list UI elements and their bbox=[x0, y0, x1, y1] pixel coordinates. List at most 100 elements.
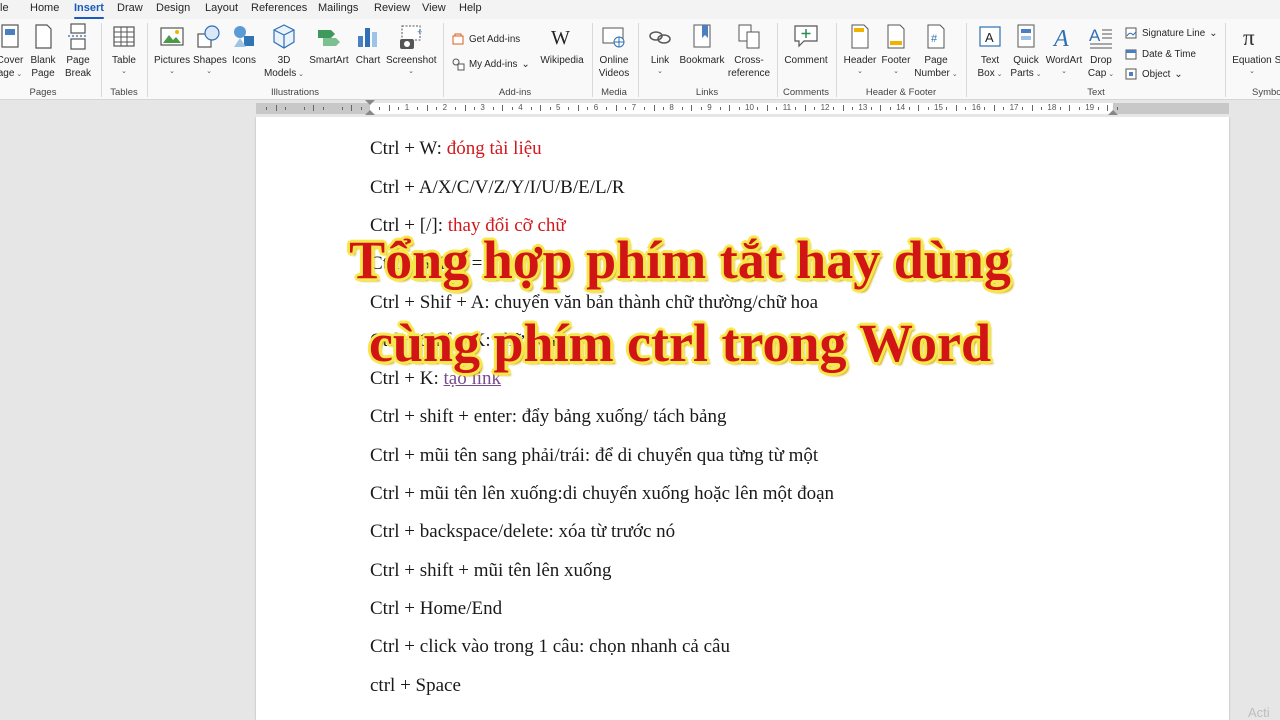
get-addins-button[interactable]: Get Add-ins bbox=[451, 32, 520, 46]
chart-button[interactable]: Chart bbox=[353, 22, 383, 68]
document-area[interactable]: Ctrl + S Ctrl + W: đóng tài liệu Ctrl + A/… bbox=[0, 117, 1280, 720]
ruler-number: 3 bbox=[480, 103, 485, 112]
ruler-tick bbox=[1031, 105, 1033, 111]
tab-layout[interactable]: Layout bbox=[205, 2, 238, 14]
ruler-tick bbox=[795, 107, 797, 110]
page-number-button[interactable]: # Page Number ⌄ bbox=[914, 22, 958, 81]
ruler-tick bbox=[1022, 107, 1024, 110]
ruler-tick bbox=[662, 107, 664, 110]
separator bbox=[777, 23, 778, 97]
screenshot-button[interactable]: + Screenshot ⌄ bbox=[386, 22, 437, 76]
svg-text:A: A bbox=[1052, 26, 1069, 52]
video-icon bbox=[600, 22, 628, 52]
ruler-tick bbox=[776, 107, 778, 110]
ruler-tick bbox=[1097, 107, 1099, 110]
highlighted-description: đóng tài liệu bbox=[446, 138, 542, 160]
ruler-tick bbox=[284, 107, 286, 110]
cross-reference-button[interactable]: Cross- reference bbox=[727, 22, 771, 80]
text-box-button[interactable]: A Text Box ⌄ bbox=[973, 22, 1007, 81]
overlay-title-line-1: Tổng hợp phím tắt hay dùng bbox=[349, 230, 1011, 290]
svg-text:A: A bbox=[1089, 26, 1101, 45]
ruler-tick bbox=[568, 107, 570, 110]
ruler-tick bbox=[653, 105, 655, 111]
document-page[interactable]: Ctrl + S Ctrl + W: đóng tài liệu Ctrl + A/… bbox=[256, 117, 1229, 720]
ruler-tick bbox=[502, 105, 504, 111]
separator bbox=[836, 23, 837, 97]
date-time-button[interactable]: Date & Time bbox=[1124, 47, 1196, 61]
3d-models-button[interactable]: 3D Models ⌄ bbox=[263, 22, 305, 81]
group-label-addins: Add-ins bbox=[498, 87, 532, 98]
chart-icon bbox=[354, 22, 382, 52]
tab-draw[interactable]: Draw bbox=[117, 2, 143, 14]
quick-parts-button[interactable]: Quick Parts ⌄ bbox=[1009, 22, 1043, 81]
calendar-icon bbox=[1124, 47, 1138, 61]
separator bbox=[147, 23, 148, 97]
shortcut-text: Ctrl + click vào trong 1 câu: chọn nhanh… bbox=[370, 636, 730, 658]
drop-cap-icon: A bbox=[1087, 22, 1115, 52]
ruler-tick bbox=[1040, 107, 1042, 110]
shapes-button[interactable]: Shapes ⌄ bbox=[193, 22, 227, 76]
ruler-tick bbox=[766, 105, 768, 111]
signature-line-button[interactable]: Signature Line ⌄ bbox=[1124, 26, 1217, 40]
right-indent-marker[interactable] bbox=[1108, 110, 1118, 115]
bookmark-button[interactable]: Bookmark bbox=[678, 22, 726, 68]
wordart-button[interactable]: A WordArt ⌄ bbox=[1045, 22, 1083, 76]
svg-text:W: W bbox=[551, 27, 570, 49]
ruler-number: 1 bbox=[404, 103, 410, 112]
equation-button[interactable]: π Equation ⌄ bbox=[1231, 22, 1273, 76]
tab-review[interactable]: Review bbox=[374, 2, 410, 14]
comment-button[interactable]: Comment bbox=[782, 22, 830, 68]
ruler-tick bbox=[275, 105, 277, 111]
ruler-tick bbox=[322, 107, 324, 110]
tab-insert[interactable]: Insert bbox=[74, 2, 104, 19]
online-videos-button[interactable]: Online Videos bbox=[596, 22, 632, 80]
shapes-icon bbox=[195, 22, 223, 52]
horizontal-ruler[interactable]: 1 2 3 4 5 6 7 8 9 10 11 12 13 14 15 16 17 18 19 bbox=[0, 100, 1280, 117]
hanging-indent-marker[interactable] bbox=[365, 110, 375, 115]
table-button[interactable]: Table ⌄ bbox=[108, 22, 140, 76]
separator bbox=[1225, 23, 1226, 97]
cube-icon bbox=[270, 22, 298, 52]
first-line-indent-marker[interactable] bbox=[365, 100, 375, 105]
pictures-button[interactable]: Pictures ⌄ bbox=[154, 22, 190, 76]
tab-mailings[interactable]: Mailings bbox=[318, 2, 358, 14]
ruler-number: 14 bbox=[896, 103, 906, 112]
ruler-tick bbox=[388, 105, 390, 111]
pictures-icon bbox=[158, 22, 186, 52]
icons-button[interactable]: Icons bbox=[229, 22, 259, 68]
svg-text:π: π bbox=[1243, 25, 1255, 50]
tab-file[interactable]: le bbox=[0, 2, 9, 14]
ruler-tick bbox=[1003, 107, 1005, 110]
ruler-tick bbox=[1078, 107, 1080, 110]
group-label-illustrations: Illustrations bbox=[270, 87, 320, 98]
footer-button[interactable]: Footer ⌄ bbox=[879, 22, 913, 76]
tab-help[interactable]: Help bbox=[459, 2, 482, 14]
activate-windows-watermark: Acti bbox=[1248, 705, 1270, 720]
blank-page-button[interactable]: Blank Page bbox=[28, 22, 58, 80]
header-icon bbox=[846, 22, 874, 52]
cover-page-button[interactable]: Cover age ⌄ bbox=[0, 22, 26, 81]
ruler-tick bbox=[918, 105, 920, 111]
wikipedia-button[interactable]: W Wikipedia bbox=[540, 22, 584, 68]
my-addins-button[interactable]: My Add-ins ⌄ bbox=[451, 57, 530, 71]
link-button[interactable]: Link ⌄ bbox=[645, 22, 675, 76]
ruler-number: 13 bbox=[858, 103, 868, 112]
shortcut-text: Ctrl + mũi tên lên xuống:di chuyển xuống… bbox=[370, 483, 834, 504]
ruler-tick bbox=[700, 107, 702, 110]
drop-cap-button[interactable]: A Drop Cap ⌄ bbox=[1085, 22, 1117, 81]
footer-icon bbox=[882, 22, 910, 52]
ruler-tick bbox=[955, 105, 957, 111]
tab-view[interactable]: View bbox=[422, 2, 446, 14]
tab-design[interactable]: Design bbox=[156, 2, 190, 14]
symbol-button[interactable]: S bbox=[1274, 22, 1280, 68]
page-break-button[interactable]: Page Break bbox=[63, 22, 93, 80]
smartart-button[interactable]: SmartArt bbox=[308, 22, 350, 68]
object-button[interactable]: Object ⌄ bbox=[1124, 67, 1183, 81]
chevron-down-icon: ⌄ bbox=[1061, 67, 1067, 75]
header-button[interactable]: Header ⌄ bbox=[842, 22, 878, 76]
tab-home[interactable]: Home bbox=[30, 2, 59, 14]
tab-references[interactable]: References bbox=[251, 2, 307, 14]
overlay-title-line-2: cùng phím ctrl trong Word bbox=[368, 313, 992, 373]
ruler-tick bbox=[351, 105, 353, 111]
separator bbox=[443, 23, 444, 97]
